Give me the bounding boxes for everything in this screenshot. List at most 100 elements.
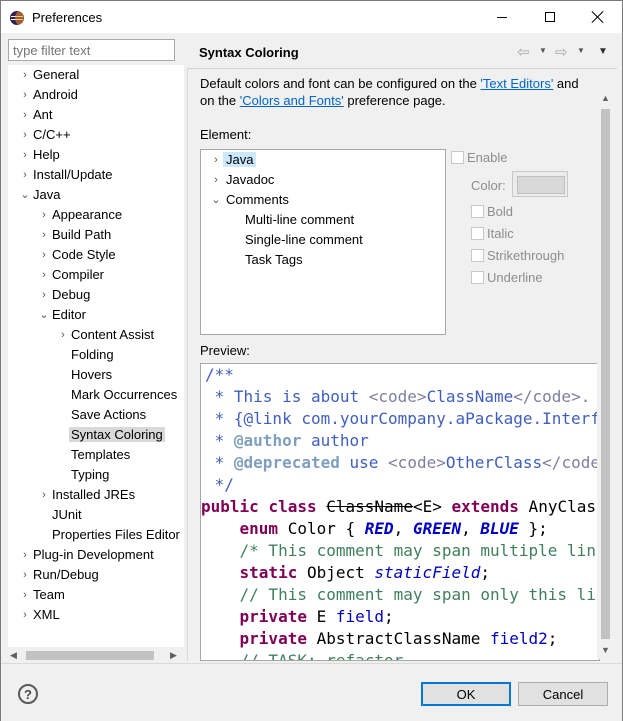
strikethrough-checkbox[interactable] bbox=[471, 249, 484, 262]
chevron-right-icon[interactable]: › bbox=[38, 286, 50, 304]
text-editors-link[interactable]: 'Text Editors' bbox=[480, 76, 553, 91]
tree-item-debug[interactable]: › Debug bbox=[42, 286, 90, 304]
page-vertical-scrollbar[interactable]: ▲ ▼ bbox=[597, 91, 614, 659]
code-line: */ bbox=[205, 475, 234, 494]
chevron-right-icon[interactable]: › bbox=[210, 171, 222, 189]
title-bar[interactable]: Preferences bbox=[1, 1, 622, 33]
chevron-right-icon[interactable]: › bbox=[19, 66, 31, 84]
colors-and-fonts-link[interactable]: 'Colors and Fonts' bbox=[240, 93, 344, 108]
tree-item-plugin-development[interactable]: › Plug-in Development bbox=[23, 546, 154, 564]
tree-item-build-path[interactable]: › Build Path bbox=[42, 226, 111, 244]
code-line: /** bbox=[205, 365, 234, 384]
back-dropdown-icon[interactable]: ▼ bbox=[539, 46, 547, 55]
back-arrow-icon[interactable]: ⇦ bbox=[517, 43, 530, 61]
chevron-right-icon[interactable]: › bbox=[19, 586, 31, 604]
tree-item-templates[interactable]: Templates bbox=[71, 446, 130, 464]
minimize-button[interactable] bbox=[482, 5, 522, 29]
tree-item-xml[interactable]: › XML bbox=[23, 606, 60, 624]
tree-item-typing[interactable]: Typing bbox=[71, 466, 109, 484]
tree-item-editor[interactable]: ⌄ Editor bbox=[39, 306, 86, 324]
maximize-button[interactable] bbox=[530, 5, 570, 29]
chevron-right-icon[interactable]: › bbox=[19, 146, 31, 164]
chevron-right-icon[interactable]: › bbox=[19, 126, 31, 144]
tree-item-mark-occurrences[interactable]: Mark Occurrences bbox=[71, 386, 177, 404]
bold-checkbox[interactable] bbox=[471, 205, 484, 218]
close-button[interactable] bbox=[578, 5, 618, 29]
forward-dropdown-icon[interactable]: ▼ bbox=[577, 46, 585, 55]
tree-item-code-style[interactable]: › Code Style bbox=[42, 246, 115, 264]
color-picker-button[interactable] bbox=[512, 171, 568, 197]
tree-horizontal-scrollbar[interactable]: ◀ ▶ bbox=[8, 647, 184, 664]
scrollbar-thumb[interactable] bbox=[26, 651, 154, 660]
tree-item-save-actions[interactable]: Save Actions bbox=[71, 406, 146, 424]
enable-checkbox[interactable] bbox=[451, 151, 464, 164]
tree-item-run-debug[interactable]: › Run/Debug bbox=[23, 566, 99, 584]
tree-item-general[interactable]: › General bbox=[23, 66, 79, 84]
chevron-right-icon[interactable]: › bbox=[19, 566, 31, 584]
code-line: public class ClassName<E> extends AnyCla… bbox=[201, 497, 600, 516]
view-menu-icon[interactable]: ▼ bbox=[598, 46, 608, 57]
chevron-right-icon[interactable]: › bbox=[38, 226, 50, 244]
italic-checkbox[interactable] bbox=[471, 227, 484, 240]
tree-item-cpp[interactable]: › C/C++ bbox=[23, 126, 70, 144]
code-line: * @deprecated use <code>OtherClass</code… bbox=[205, 453, 600, 472]
element-item-comments[interactable]: ⌄ Comments bbox=[211, 191, 288, 209]
scroll-left-icon[interactable]: ◀ bbox=[10, 650, 17, 661]
scroll-up-icon[interactable]: ▲ bbox=[601, 93, 610, 103]
ok-button[interactable]: OK bbox=[421, 682, 511, 706]
bold-label: Bold bbox=[487, 204, 514, 219]
element-item-single-line-comment[interactable]: Single-line comment bbox=[245, 231, 363, 249]
chevron-right-icon[interactable]: › bbox=[38, 206, 50, 224]
tree-item-junit[interactable]: JUnit bbox=[52, 506, 82, 524]
scrollbar-thumb[interactable] bbox=[601, 109, 610, 639]
code-line: static Object staticField; bbox=[239, 563, 490, 582]
chevron-right-icon[interactable]: › bbox=[38, 246, 50, 264]
preferences-window: Preferences ›General ›Android ›Ant ›C/C+… bbox=[0, 0, 623, 721]
tree-item-appearance[interactable]: › Appearance bbox=[42, 206, 122, 224]
element-item-javadoc[interactable]: › Javadoc bbox=[214, 171, 274, 189]
preference-tree: › General › Android › Ant › C/C++ › Help › Ins… bbox=[8, 65, 184, 647]
tree-item-install-update[interactable]: › Install/Update bbox=[23, 166, 112, 184]
chevron-right-icon[interactable]: › bbox=[19, 606, 31, 624]
scroll-right-icon[interactable]: ▶ bbox=[170, 650, 177, 661]
italic-label: Italic bbox=[487, 226, 514, 241]
tree-item-syntax-coloring[interactable]: Syntax Coloring bbox=[69, 426, 165, 444]
tree-item-properties-files-editor[interactable]: Properties Files Editor bbox=[52, 526, 180, 544]
underline-checkbox[interactable] bbox=[471, 271, 484, 284]
tree-item-content-assist[interactable]: › Content Assist bbox=[61, 326, 154, 344]
color-label: Color: bbox=[471, 178, 506, 193]
chevron-right-icon[interactable]: › bbox=[19, 546, 31, 564]
cancel-button[interactable]: Cancel bbox=[518, 682, 608, 706]
page-description: Default colors and font can be configure… bbox=[200, 76, 579, 108]
tree-item-compiler[interactable]: › Compiler bbox=[42, 266, 104, 284]
code-line: * @author author bbox=[205, 431, 369, 450]
chevron-right-icon[interactable]: › bbox=[210, 151, 222, 169]
chevron-right-icon[interactable]: › bbox=[19, 86, 31, 104]
chevron-down-icon[interactable]: ⌄ bbox=[19, 186, 31, 204]
element-item-java[interactable]: › Java bbox=[214, 151, 257, 169]
chevron-right-icon[interactable]: › bbox=[19, 106, 31, 124]
chevron-right-icon[interactable]: › bbox=[57, 326, 69, 344]
tree-item-java[interactable]: ⌄ Java bbox=[20, 186, 60, 204]
chevron-right-icon[interactable]: › bbox=[38, 486, 50, 504]
scroll-down-icon[interactable]: ▼ bbox=[601, 645, 610, 655]
element-item-multi-line-comment[interactable]: Multi-line comment bbox=[245, 211, 354, 229]
help-icon[interactable]: ? bbox=[18, 684, 38, 704]
chevron-down-icon[interactable]: ⌄ bbox=[38, 306, 50, 324]
forward-arrow-icon[interactable]: ⇨ bbox=[555, 43, 568, 61]
element-item-task-tags[interactable]: Task Tags bbox=[245, 251, 303, 269]
chevron-right-icon[interactable]: › bbox=[38, 266, 50, 284]
tree-item-help[interactable]: › Help bbox=[23, 146, 60, 164]
chevron-down-icon[interactable]: ⌄ bbox=[210, 191, 222, 209]
filter-input[interactable] bbox=[8, 39, 175, 61]
tree-item-android[interactable]: › Android bbox=[23, 86, 78, 104]
tree-item-hovers[interactable]: Hovers bbox=[71, 366, 112, 384]
tree-item-installed-jres[interactable]: › Installed JREs bbox=[42, 486, 135, 504]
close-icon bbox=[592, 11, 604, 23]
tree-item-team[interactable]: › Team bbox=[23, 586, 65, 604]
chevron-right-icon[interactable]: › bbox=[19, 166, 31, 184]
tree-item-ant[interactable]: › Ant bbox=[23, 106, 52, 124]
code-preview[interactable]: /** * This is about <code>ClassName</cod… bbox=[200, 363, 600, 661]
tree-item-folding[interactable]: Folding bbox=[71, 346, 114, 364]
eclipse-logo-icon bbox=[10, 11, 24, 25]
